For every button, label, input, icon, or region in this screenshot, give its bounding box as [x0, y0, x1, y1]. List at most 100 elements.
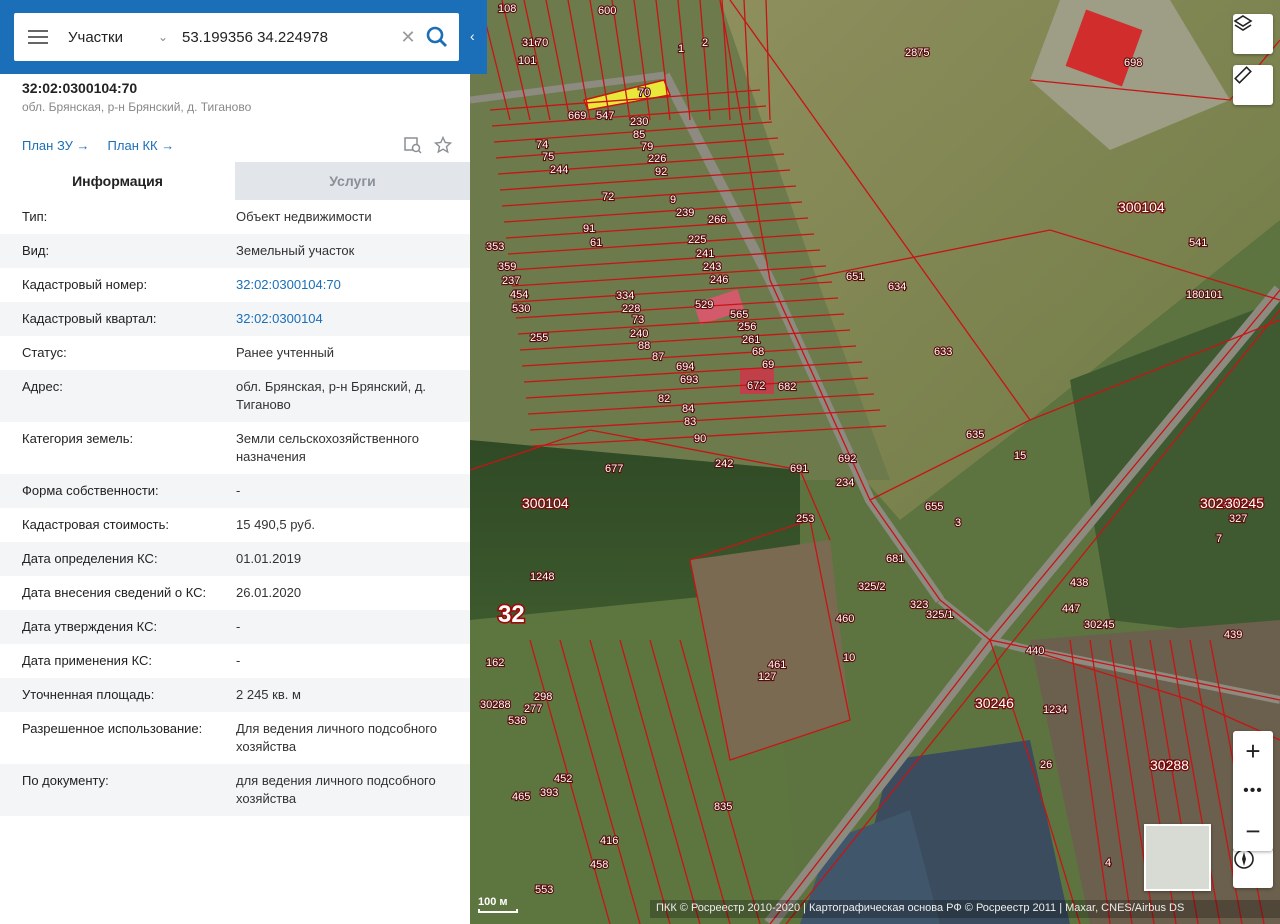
- search-icon[interactable]: [424, 24, 450, 50]
- info-row: Разрешенное использование: Для ведения ли…: [0, 712, 470, 764]
- info-row-key: Кадастровый квартал:: [22, 311, 157, 326]
- search-input[interactable]: [182, 28, 392, 46]
- parcel-number-label: 108: [498, 3, 516, 15]
- ruler-icon: [1234, 66, 1252, 84]
- info-row: Кадастровый квартал: 32:02:0300104: [0, 302, 470, 336]
- info-row-key: По документу:: [22, 773, 109, 788]
- layers-button[interactable]: [1233, 14, 1273, 54]
- parcel-number-label: 75: [542, 151, 554, 163]
- info-row-value: Земельный участок: [236, 243, 355, 258]
- info-row-value: -: [236, 653, 241, 668]
- parcel-number-label: 461: [768, 659, 786, 671]
- info-row: Дата применения КС: -: [0, 644, 470, 678]
- parcel-number-label: 243: [703, 261, 721, 273]
- more-button[interactable]: •••: [1233, 771, 1273, 811]
- minimap[interactable]: [1144, 824, 1211, 891]
- parcel-number-label: 69: [762, 359, 774, 371]
- parcel-number-label: 530: [512, 303, 530, 315]
- parcel-number-label: 92: [655, 166, 667, 178]
- find-on-map-icon[interactable]: [404, 136, 422, 154]
- layers-icon: [1233, 15, 1253, 31]
- chevron-down-icon[interactable]: ⌄: [158, 30, 178, 44]
- parcel-number-label: 694: [676, 361, 694, 373]
- parcel-number-label: 655: [925, 501, 943, 513]
- cadastral-quarter-label: 300104: [522, 495, 569, 511]
- plan-zu-link[interactable]: План ЗУ →: [22, 138, 90, 153]
- parcel-number-label: 246: [710, 274, 728, 286]
- parcel-number-label: 79: [641, 141, 653, 153]
- parcel-number-label: 72: [602, 191, 614, 203]
- cadastral-title: 32:02:0300104:70: [22, 80, 138, 96]
- header-actions: [404, 136, 452, 154]
- search-box: Участки ⌄ ✕: [14, 13, 459, 61]
- parcel-number-label: 440: [1026, 645, 1044, 657]
- info-row-key: Уточненная площадь:: [22, 687, 155, 702]
- parcel-number-label: 255: [530, 332, 548, 344]
- info-row: Уточненная площадь: 2 245 кв. м: [0, 678, 470, 712]
- info-row-value: 2 245 кв. м: [236, 687, 301, 702]
- clear-icon[interactable]: ✕: [398, 27, 418, 48]
- parcel-number-label: 538: [508, 715, 526, 727]
- map-canvas[interactable]: 70 547 669 230 85 79 226 92 72 9 239 266 91 61 225 241 2…: [470, 0, 1280, 924]
- info-row-value: Земли сельскохозяйственного назначения: [236, 431, 419, 464]
- parcel-number-label: 691: [790, 463, 808, 475]
- parcel-number-label: 682: [778, 381, 796, 393]
- cadastral-quarter-label: 30245: [1225, 495, 1264, 511]
- parcel-number-label: 180101: [1186, 289, 1223, 301]
- info-row-key: Вид:: [22, 243, 50, 258]
- parcel-number-label: 2: [702, 37, 708, 49]
- parcel-number-label: 82: [658, 393, 670, 405]
- parcel-number-label: 74: [536, 139, 548, 151]
- info-row: Кадастровый номер: 32:02:0300104:70: [0, 268, 470, 302]
- parcel-number-label: 127: [758, 671, 776, 683]
- info-row-link[interactable]: 32:02:0300104: [236, 310, 456, 328]
- parcel-number-label: 458: [590, 859, 608, 871]
- parcel-number-label: 91: [583, 223, 595, 235]
- info-row: Дата внесения сведений о КС: 26.01.2020: [0, 576, 470, 610]
- parcel-number-label: 87: [652, 351, 664, 363]
- map-svg[interactable]: 70547669 23085792269272 92392669161 2252412…: [470, 0, 1280, 924]
- info-row-key: Категория земель:: [22, 431, 134, 446]
- parcel-number-label: 266: [708, 214, 726, 226]
- info-row-key: Разрешенное использование:: [22, 721, 203, 736]
- parcel-number-label: 327: [1229, 513, 1247, 525]
- parcel-number-label: 669: [568, 110, 586, 122]
- tab-services[interactable]: Услуги: [235, 162, 470, 200]
- parcel-number-label: 835: [714, 801, 732, 813]
- info-panel: Участки ⌄ ✕ ‹ 32:02:0300104:70 обл. Брян…: [0, 0, 487, 924]
- parcel-number-label: 600: [598, 5, 616, 17]
- search-type-select[interactable]: Участки: [68, 29, 158, 46]
- zoom-out-button[interactable]: −: [1233, 811, 1273, 851]
- parcel-number-label: 359: [498, 261, 516, 273]
- info-row: По документу: для ведения личного подсобн…: [0, 764, 470, 816]
- parcel-number-label: 553: [535, 884, 553, 896]
- zoom-in-button[interactable]: +: [1233, 731, 1273, 771]
- parcel-number-label: 240: [630, 328, 648, 340]
- info-row-value: обл. Брянская, р-н Брянский, д. Тиганово: [236, 379, 427, 412]
- info-row: Вид: Земельный участок: [0, 234, 470, 268]
- parcel-number-label: 15: [1014, 450, 1026, 462]
- collapse-panel-icon[interactable]: ‹: [470, 28, 484, 48]
- plan-kk-link[interactable]: План КК →: [108, 138, 175, 153]
- parcel-number-label: 325/1: [926, 609, 954, 621]
- star-icon[interactable]: [434, 136, 452, 154]
- tab-info[interactable]: Информация: [0, 162, 235, 200]
- parcel-number-label: 30245: [1084, 619, 1115, 631]
- parcel-number-label: 393: [540, 787, 558, 799]
- info-row-value: -: [236, 483, 241, 498]
- parcel-number-label: 1: [678, 43, 684, 55]
- menu-icon[interactable]: [28, 26, 48, 48]
- parcel-number-label: 10: [843, 652, 855, 664]
- ruler-button[interactable]: [1233, 65, 1273, 105]
- parcel-number-label: 439: [1224, 629, 1242, 641]
- info-row-key: Тип:: [22, 209, 48, 224]
- info-row-link[interactable]: 32:02:0300104:70: [236, 276, 456, 294]
- compass-button[interactable]: [1233, 848, 1273, 888]
- cadastral-quarter-label: 30288: [1150, 757, 1189, 773]
- cadastral-address: обл. Брянская, р-н Брянский, д. Тиганово: [22, 100, 252, 114]
- parcel-number-label: 70: [536, 37, 548, 49]
- parcel-number-label: 693: [680, 374, 698, 386]
- parcel-number-label: 85: [633, 129, 645, 141]
- parcel-number-label: 634: [888, 281, 906, 293]
- panel-tabs: Информация Услуги: [0, 162, 470, 200]
